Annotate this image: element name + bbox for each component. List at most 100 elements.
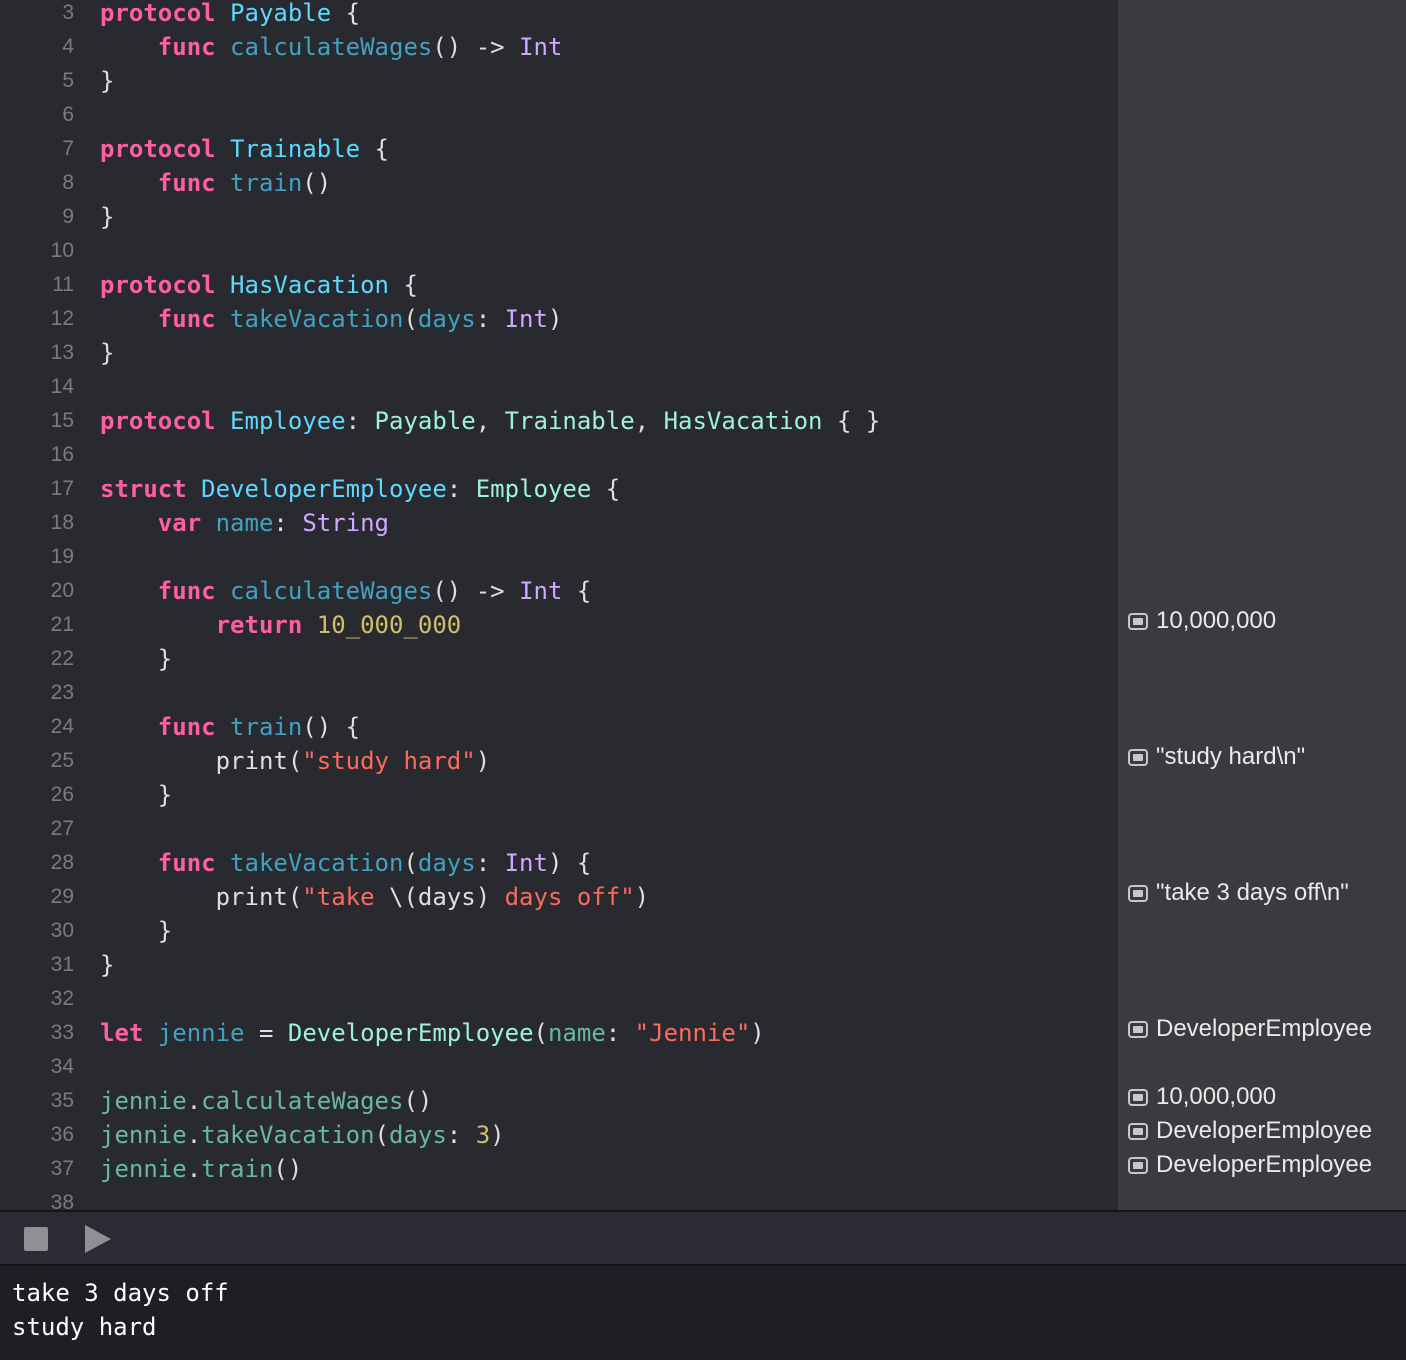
punctuation: () [273,1155,303,1183]
code-line: 29 print("take \(days) days off") [0,880,1118,914]
punctuation: ( [374,1121,389,1149]
code-text[interactable]: print("study hard") [100,744,491,778]
line-number: 15 [50,409,74,432]
code-line: 27 [0,812,1118,846]
code-text[interactable]: } [100,200,114,234]
result-row[interactable]: DeveloperEmployee [1128,1148,1372,1182]
code-line: 30 } [0,914,1118,948]
type-name: DeveloperEmployee [287,1019,534,1047]
result-row[interactable]: 10,000,000 [1128,1080,1276,1114]
punctuation: { [374,135,389,163]
line-number: 8 [62,171,74,194]
play-icon[interactable] [85,1225,111,1253]
code-text[interactable]: var name: String [100,506,389,540]
code-text[interactable]: return 10_000_000 [100,608,462,642]
code-text[interactable]: jennie.takeVacation(days: 3) [100,1118,505,1152]
punctuation: . [186,1121,202,1149]
quick-look-icon[interactable] [1128,884,1148,902]
code-text[interactable]: func calculateWages() -> Int [100,30,563,64]
method-call: takeVacation [201,1121,375,1149]
stop-icon[interactable] [24,1227,48,1251]
punctuation: } [157,917,173,945]
keyword: struct [100,475,187,503]
punctuation: ) [634,883,650,911]
code-text[interactable]: } [100,778,172,812]
quick-look-icon[interactable] [1128,1122,1148,1140]
code-text[interactable]: func train() [100,166,331,200]
protocol-name: Trainable [230,135,361,163]
code-editor[interactable]: 3 protocol Payable { 4 func calculateWag… [0,0,1118,1210]
punctuation: = [258,1019,274,1047]
line-number: 6 [62,103,74,126]
type-name: HasVacation [663,407,823,435]
type-name: Employee [475,475,592,503]
quick-look-icon[interactable] [1128,748,1148,766]
function-name: train [230,169,303,197]
punctuation: ( [533,1019,548,1047]
code-text[interactable]: } [100,642,172,676]
line-number: 37 [50,1157,74,1180]
code-text[interactable]: func train() { [100,710,360,744]
code-text[interactable]: protocol Payable { [100,0,360,30]
quick-look-icon[interactable] [1128,1156,1148,1174]
code-text[interactable]: } [100,64,114,98]
line-number: 22 [50,647,74,670]
number-literal: 10_000_000 [316,611,462,639]
line-number: 20 [50,579,74,602]
line-number: 36 [50,1123,74,1146]
result-row[interactable]: DeveloperEmployee [1128,1012,1372,1046]
result-row[interactable]: "study hard\n" [1128,740,1305,774]
keyword: protocol [100,407,216,435]
code-text[interactable]: } [100,336,114,370]
result-value: 10,000,000 [1156,607,1277,634]
line-number: 14 [50,375,74,398]
punctuation: () [302,713,332,741]
code-text[interactable]: } [100,948,114,982]
method-call: calculateWages [201,1087,404,1115]
code-line: 12 func takeVacation(days: Int) [0,302,1118,336]
punctuation: . [186,1155,202,1183]
result-row[interactable]: 10,000,000 [1128,604,1276,638]
code-text[interactable]: jennie.calculateWages() [100,1084,432,1118]
punctuation: } [100,67,115,95]
type-name: Int [504,849,548,877]
function-call: print [215,883,288,911]
code-text[interactable]: func calculateWages() -> Int { [100,574,592,608]
code-text[interactable]: func takeVacation(days: Int) { [100,846,592,880]
result-row[interactable]: DeveloperEmployee [1128,1114,1372,1148]
type-name: Trainable [504,407,635,435]
result-row[interactable]: "take 3 days off\n" [1128,876,1349,910]
code-text[interactable]: protocol HasVacation { [100,268,418,302]
punctuation: { [576,577,592,605]
code-text[interactable]: jennie.train() [100,1152,302,1186]
code-text[interactable]: func takeVacation(days: Int) [100,302,563,336]
code-line: 13 } [0,336,1118,370]
function-call: print [215,747,288,775]
struct-name: DeveloperEmployee [201,475,447,503]
code-text[interactable]: protocol Employee: Payable, Trainable, H… [100,404,880,438]
code-line: 7 protocol Trainable { [0,132,1118,166]
quick-look-icon[interactable] [1128,1088,1148,1106]
code-text[interactable]: } [100,914,172,948]
console-output[interactable]: take 3 days off study hard [0,1266,1406,1360]
punctuation: { [345,0,361,27]
line-number: 12 [50,307,74,330]
parameter-name: days [417,305,476,333]
result-value: DeveloperEmployee [1156,1015,1373,1042]
quick-look-icon[interactable] [1128,612,1148,630]
code-text[interactable]: struct DeveloperEmployee: Employee { [100,472,620,506]
code-text[interactable]: print("take \(days) days off") [100,880,650,914]
line-number: 25 [50,749,74,772]
string-literal: "study hard" [302,747,476,775]
punctuation: { [403,271,418,299]
code-line: 24 func train() { [0,710,1118,744]
keyword: protocol [100,0,216,27]
quick-look-icon[interactable] [1128,1020,1148,1038]
punctuation: ) [547,849,563,877]
type-name: Int [519,577,563,605]
code-text[interactable]: let jennie = DeveloperEmployee(name: "Je… [100,1016,765,1050]
code-line: 28 func takeVacation(days: Int) { [0,846,1118,880]
variable-ref: jennie [100,1087,187,1115]
punctuation: ) [475,747,491,775]
code-text[interactable]: protocol Trainable { [100,132,389,166]
